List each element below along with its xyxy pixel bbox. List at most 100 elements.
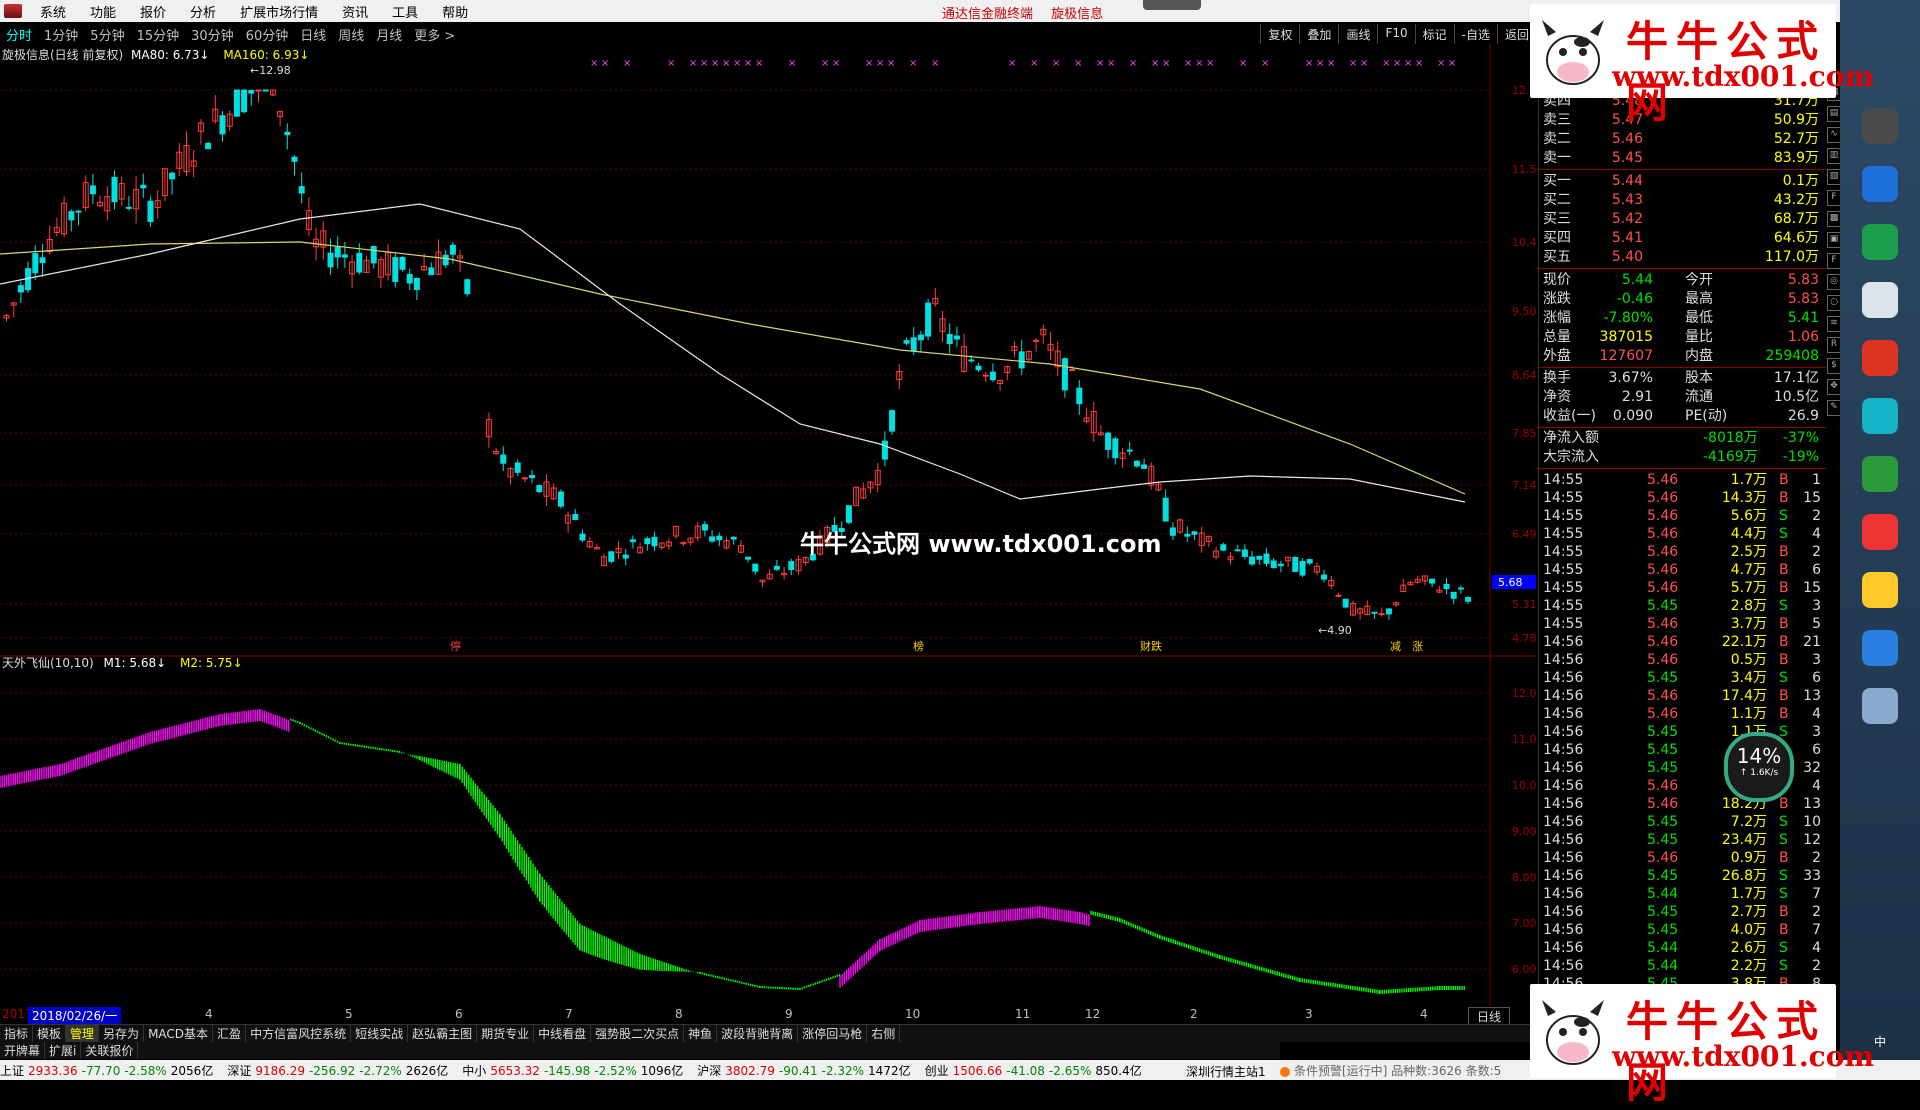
menu-quote[interactable]: 报价	[128, 2, 178, 21]
menu-analysis[interactable]: 分析	[178, 2, 228, 21]
index-quote[interactable]: 创业 1506.66 -41.08 -2.65% 850.4亿	[925, 1062, 1146, 1079]
money-icon[interactable]	[1862, 224, 1898, 260]
period-15min[interactable]: 15分钟	[131, 25, 186, 44]
alert-dot-icon	[1280, 1066, 1290, 1077]
tool-icon[interactable]: ◎	[1827, 274, 1841, 290]
tool-icon[interactable]: $	[1827, 358, 1841, 374]
tool-icon[interactable]: F	[1827, 253, 1841, 269]
bid-row: 买四 5.41 64.6万	[1543, 229, 1823, 247]
index-quote[interactable]: 上证 2933.36 -77.70 -2.58% 2056亿	[0, 1062, 217, 1079]
indicator-tab[interactable]: 管理	[66, 1025, 100, 1042]
menu-news[interactable]: 资讯	[330, 2, 380, 21]
trade-volume: 7.2万	[1730, 814, 1767, 830]
period-60min[interactable]: 60分钟	[240, 25, 295, 44]
signal-marker: ×	[1107, 58, 1115, 69]
period-tick[interactable]: 分时	[0, 25, 38, 44]
melon-icon[interactable]	[1862, 340, 1898, 376]
indicator-tab[interactable]: 涨停回马枪	[798, 1025, 868, 1042]
extra-tab[interactable]: 关联报价	[81, 1042, 139, 1059]
stat-key: 涨跌	[1543, 291, 1571, 307]
indicator-tab[interactable]: 神鱼	[684, 1025, 718, 1042]
indicator-tab[interactable]: MACD基本	[144, 1025, 214, 1042]
stat-row: 涨跌 -0.46 最高 5.83	[1543, 290, 1823, 308]
period-weekly[interactable]: 周线	[332, 25, 370, 44]
mark-button[interactable]: 标记	[1414, 24, 1454, 44]
period-1min[interactable]: 1分钟	[38, 25, 84, 44]
browser-icon[interactable]	[1862, 166, 1898, 202]
tool-icon[interactable]: ▧	[1827, 169, 1841, 185]
candle-body	[370, 245, 377, 264]
trade-time: 14:55	[1543, 490, 1584, 506]
window-handle[interactable]	[1143, 0, 1201, 10]
period-monthly[interactable]: 月线	[370, 25, 408, 44]
period-30min[interactable]: 30分钟	[185, 25, 240, 44]
indicator-tab[interactable]: 右侧	[867, 1025, 901, 1042]
candle-body	[1105, 432, 1112, 450]
event-marker: 涨	[1412, 640, 1423, 653]
indicator-tab[interactable]: 中方信富风控系统	[246, 1025, 352, 1042]
notebook-icon[interactable]	[1862, 688, 1898, 724]
index-quote[interactable]: 沪深 3802.79 -90.41 -2.32% 1472亿	[697, 1062, 914, 1079]
indicator-tab[interactable]: 赵弘霸主图	[408, 1025, 478, 1042]
kline-chart[interactable]: 12.6811.5010.459.508.647.857.146.495.314…	[0, 44, 1536, 1006]
indicator-tab[interactable]: 指标	[0, 1025, 34, 1042]
network-speed-gauge[interactable]: 14% ↑ 1.6K/s	[1724, 732, 1794, 802]
tool-icon[interactable]: ✎	[1827, 400, 1841, 416]
stat-key: 涨幅	[1543, 310, 1571, 326]
app-icon[interactable]	[1862, 108, 1898, 144]
menu-ext-market[interactable]: 扩展市场行情	[228, 2, 330, 21]
indicator-tab[interactable]: 短线实战	[351, 1025, 409, 1042]
indicator-tab[interactable]: 另存为	[99, 1025, 145, 1042]
indicator-tab[interactable]: 汇盈	[213, 1025, 247, 1042]
indicator-tab[interactable]: 期货专业	[477, 1025, 535, 1042]
folder-icon[interactable]	[1862, 572, 1898, 608]
stat-value: 127607	[1599, 348, 1653, 364]
index-quote[interactable]: 中小 5653.32 -145.98 -2.52% 1096亿	[462, 1062, 687, 1079]
watermark-top: 牛牛公式网 www.tdx001.com	[1530, 4, 1874, 127]
stat-value: 387015	[1599, 329, 1653, 345]
indicator-tab[interactable]: 中线看盘	[534, 1025, 592, 1042]
trade-count: 4	[1812, 526, 1821, 542]
menu-tools[interactable]: 工具	[380, 2, 430, 21]
extra-tab[interactable]: 扩展ⅰ	[45, 1042, 82, 1059]
low-price-label: ←4.90	[1318, 624, 1352, 637]
period-more[interactable]: 更多 >	[408, 25, 461, 44]
tool-icon[interactable]: R	[1827, 337, 1841, 353]
indicator-tab[interactable]: 强势股二次买点	[591, 1025, 685, 1042]
index-name: 沪深	[697, 1063, 722, 1078]
period-daily[interactable]: 日线	[294, 25, 332, 44]
network-icon[interactable]	[1862, 630, 1898, 666]
index-quote[interactable]: 深证 9186.29 -256.92 -2.72% 2626亿	[227, 1062, 452, 1079]
indicator-tab[interactable]: 波段背驰背离	[717, 1025, 799, 1042]
alert-status[interactable]: 条件预警[运行中] 品种数:3626 条数:5	[1280, 1062, 1501, 1079]
trade-time: 14:55	[1543, 616, 1584, 632]
tool-icon[interactable]: ▣	[1827, 232, 1841, 248]
stock-app-icon[interactable]	[1862, 514, 1898, 550]
indicator-tab[interactable]: 模板	[33, 1025, 67, 1042]
menu-function[interactable]: 功能	[78, 2, 128, 21]
index-value: 9186.29	[255, 1063, 305, 1078]
period-5min[interactable]: 5分钟	[84, 25, 130, 44]
menu-system[interactable]: 系统	[28, 2, 78, 21]
draw-button[interactable]: 画线	[1338, 24, 1377, 44]
server-name[interactable]: 深圳行情主站1	[1186, 1063, 1266, 1080]
signal-marker: ×	[1393, 58, 1401, 69]
tool-icon[interactable]: ▩	[1827, 211, 1841, 227]
edge-icon[interactable]	[1862, 398, 1898, 434]
menu-help[interactable]: 帮助	[430, 2, 480, 21]
index-value: 3802.79	[725, 1063, 775, 1078]
candle-body	[716, 535, 723, 541]
candle-body	[925, 302, 932, 337]
watchlist-button[interactable]: -自选	[1453, 24, 1497, 44]
tool-icon[interactable]: ≋	[1827, 316, 1841, 332]
tool-icon[interactable]: ○	[1827, 295, 1841, 311]
document-icon[interactable]	[1862, 282, 1898, 318]
tool-icon[interactable]: ✥	[1827, 379, 1841, 395]
tool-icon[interactable]: ▥	[1827, 148, 1841, 164]
overlay-button[interactable]: 叠加	[1299, 24, 1338, 44]
f10-button[interactable]: F10	[1377, 24, 1414, 44]
tool-icon[interactable]: F	[1827, 190, 1841, 206]
extra-tab[interactable]: 开牌幕	[0, 1042, 46, 1059]
adjust-button[interactable]: 复权	[1260, 24, 1299, 44]
refresh-icon[interactable]	[1862, 456, 1898, 492]
